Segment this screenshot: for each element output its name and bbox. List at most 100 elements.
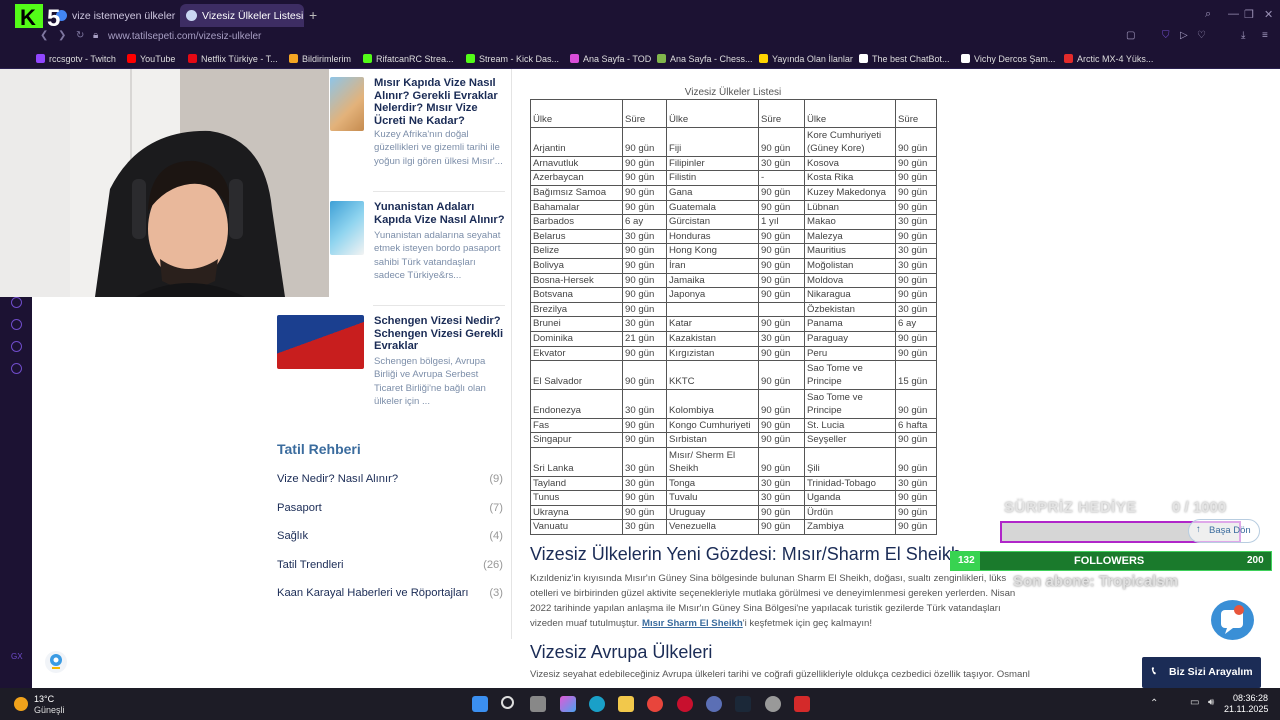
guide-item[interactable]: Kaan Karayal Haberleri ve Röportajları (3… <box>277 587 503 599</box>
app-red-icon[interactable] <box>794 696 810 712</box>
guide-item[interactable]: Sağlık (4) <box>277 530 503 542</box>
file-explorer-icon[interactable] <box>618 696 634 712</box>
guide-item[interactable]: Tatil Trendleri (26) <box>277 559 503 571</box>
guide-item-label[interactable]: Tatil Trendleri <box>277 559 344 571</box>
weather-desc[interactable]: Güneşli <box>34 705 65 715</box>
table-cell: Nikaragua <box>804 287 896 303</box>
bookmark-item[interactable]: Arctic MX-4 Yüks... <box>1064 54 1153 64</box>
table-cell: Kırgızistan <box>666 345 759 362</box>
bookmark-item[interactable]: Bildirimlerim <box>289 54 351 64</box>
bookmark-item[interactable]: rccsgotv - Twitch <box>36 54 116 64</box>
edge-icon[interactable] <box>589 696 605 712</box>
back-to-top-button[interactable]: ↑ Başa Dön <box>1188 519 1260 543</box>
guide-item-label[interactable]: Pasaport <box>277 502 322 514</box>
app-icon[interactable] <box>706 696 722 712</box>
table-cell: Dominika <box>530 330 623 347</box>
heart-icon[interactable]: ♡ <box>1197 30 1206 41</box>
volume-icon[interactable]: 🔊︎ <box>1208 697 1214 708</box>
card-title[interactable]: Schengen Vizesi Nedir? Schengen Vizesi G… <box>374 315 506 353</box>
reload-icon[interactable]: ↻ <box>76 30 84 41</box>
table-cell: 30 gün <box>895 214 937 230</box>
tab-vizesiz-ulkeler[interactable]: Vizesiz Ülkeler Listesi 20 <box>180 4 304 28</box>
bookmark-item[interactable]: Ana Sayfa - TOD <box>570 54 651 64</box>
table-row: Bağımsız Samoa 90 gün Gana 90 gün Kuzey Make… <box>530 184 937 201</box>
minimize-icon[interactable]: — <box>1228 8 1239 20</box>
guide-item[interactable]: Vize Nedir? Nasıl Alınır? (9) <box>277 473 503 485</box>
table-cell: 90 gün <box>622 301 667 318</box>
card-title[interactable]: Yunanistan Adaları Kapıda Vize Nasıl Alı… <box>374 201 506 226</box>
table-row: Tunus 90 gün Tuvalu 30 gün Uganda 90 gün <box>530 490 937 506</box>
svg-text:K: K <box>20 5 36 30</box>
bookmark-item[interactable]: RifatcanRC Strea... <box>363 54 454 64</box>
table-cell: 90 gün <box>895 199 937 216</box>
sidebar-settings-icon[interactable] <box>11 363 22 374</box>
weather-sun-icon[interactable] <box>14 697 28 711</box>
search-tabs-icon[interactable]: ⌕ <box>1205 8 1211 21</box>
bookmark-item[interactable]: Stream - Kick Das... <box>466 54 559 64</box>
card-title[interactable]: Mısır Kapıda Vize Nasıl Alınır? Gerekli … <box>374 77 506 127</box>
close-icon[interactable]: ✕ <box>1264 8 1273 21</box>
bookmark-label: Stream - Kick Das... <box>479 54 560 64</box>
task-view-icon[interactable] <box>530 696 546 712</box>
bookmark-item[interactable]: Netflix Türkiye - T... <box>188 54 278 64</box>
guide-item[interactable]: Pasaport (7) <box>277 502 503 514</box>
back-icon[interactable]: ❮ <box>40 30 48 41</box>
guide-item-label[interactable]: Kaan Karayal Haberleri ve Röportajları <box>277 587 469 599</box>
play-icon[interactable]: ▷ <box>1180 30 1188 41</box>
table-cell: Kosta Rika <box>804 170 896 186</box>
guide-item-label[interactable]: Vize Nedir? Nasıl Alınır? <box>277 473 398 485</box>
table-cell: 90 gün <box>622 417 667 434</box>
copilot-icon[interactable] <box>560 696 576 712</box>
clock-time: 08:36:28 <box>1232 693 1268 703</box>
table-cell: 30 gün <box>758 155 805 172</box>
table-cell: Bosna-Hersek <box>530 272 623 289</box>
clock[interactable]: 08:36:28 21.11.2025 <box>1224 693 1268 715</box>
bookmark-favicon-icon <box>759 54 768 63</box>
table-row: Bahamalar 90 gün Guatemala 90 gün Lübnan 90 g… <box>530 199 937 216</box>
chat-support-icon[interactable] <box>1211 600 1254 640</box>
download-icon[interactable]: ⤓ <box>1241 30 1245 41</box>
menu-icon[interactable]: ≡ <box>1262 30 1268 41</box>
sidebar-play-icon[interactable] <box>11 297 22 308</box>
tray-display-icon[interactable]: ▭ <box>1190 697 1199 708</box>
bookmark-item[interactable]: The best ChatBot... <box>859 54 950 64</box>
weather-temp[interactable]: 13°C <box>34 694 54 704</box>
steam-icon[interactable] <box>735 696 751 712</box>
bookmark-label: Ana Sayfa - TOD <box>583 54 652 64</box>
tab-title: vize istemeyen ülkeler - G <box>72 10 176 22</box>
url-field[interactable]: www.tatilsepeti.com/vizesiz-ulkeler <box>108 31 261 42</box>
settings-icon[interactable] <box>765 696 781 712</box>
bookmark-icon[interactable]: ▢ <box>1126 30 1135 41</box>
search-icon[interactable] <box>501 696 514 709</box>
call-me-button[interactable]: 📞︎ Biz Sizi Arayalım <box>1142 657 1261 688</box>
table-row: Brunei 30 gün Katar 90 gün Panama 6 ay <box>530 316 937 332</box>
bookmark-item[interactable]: Ana Sayfa - Chess... <box>657 54 753 64</box>
table-cell: 90 gün <box>895 170 937 186</box>
bookmark-favicon-icon <box>127 54 136 63</box>
sidebar-history-icon[interactable] <box>11 319 22 330</box>
bookmark-item[interactable]: Vichy Dercos Şam... <box>961 54 1055 64</box>
tray-chevron-icon[interactable]: ⌃ <box>1150 698 1158 709</box>
opera-gx-icon[interactable] <box>677 696 693 712</box>
guide-item-label[interactable]: Sağlık <box>277 530 308 542</box>
gx-icon[interactable]: GX <box>11 652 23 661</box>
bookmark-item[interactable]: YouTube <box>127 54 175 64</box>
table-cell: Jamaika <box>666 272 759 289</box>
sharm-link[interactable]: Mısır Sharm El Sheikh <box>642 618 743 629</box>
location-pin-icon[interactable] <box>45 651 67 673</box>
chrome-icon[interactable] <box>647 696 663 712</box>
table-row: Belize 90 gün Hong Kong 90 gün Mauritius 30 g… <box>530 243 937 259</box>
maximize-icon[interactable]: ❐ <box>1244 8 1254 21</box>
table-cell: Moğolistan <box>804 257 896 274</box>
followers-current: 132 <box>958 555 975 566</box>
table-cell: 30 gün <box>758 475 805 492</box>
start-icon[interactable] <box>472 696 488 712</box>
sidebar-extensions-icon[interactable] <box>11 341 22 352</box>
bookmark-item[interactable]: Yayında Olan İlanlar <box>759 54 853 64</box>
table-cell: Zambiya <box>804 519 896 536</box>
vpn-shield-icon[interactable]: ⛉ <box>1162 30 1170 41</box>
table-header-row: Ülke Süre Ülke Süre Ülke Süre <box>530 99 937 128</box>
table-cell: 90 gün <box>622 155 667 172</box>
new-tab-icon[interactable]: + <box>309 7 317 23</box>
forward-icon[interactable]: ❯ <box>58 30 66 41</box>
